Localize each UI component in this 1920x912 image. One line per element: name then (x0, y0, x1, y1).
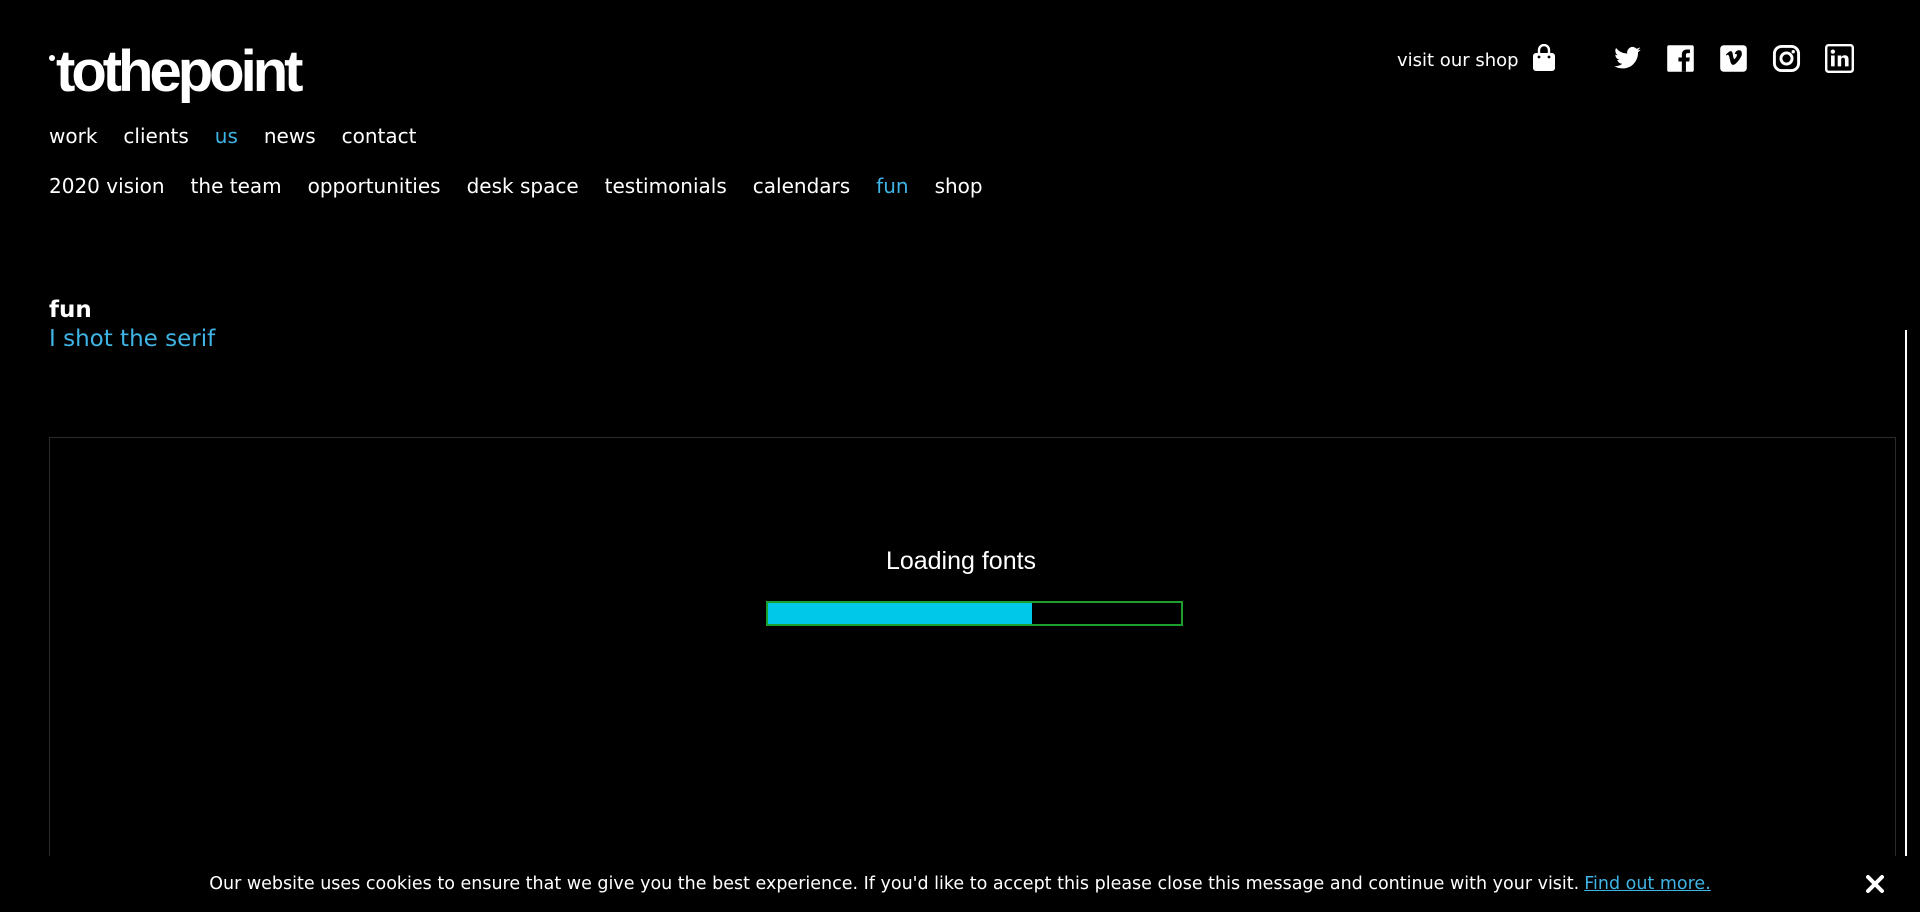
subnav-item-2020-vision[interactable]: 2020 vision (49, 174, 165, 198)
site-logo[interactable]: tothepoint (49, 39, 303, 104)
subnav-item-desk-space[interactable]: desk space (467, 174, 579, 198)
nav-item-clients[interactable]: clients (123, 124, 188, 148)
subnav-item-fun[interactable]: fun (876, 174, 908, 198)
subnav-item-testimonials[interactable]: testimonials (605, 174, 727, 198)
subnav-item-shop[interactable]: shop (935, 174, 983, 198)
subnav-item-the-team[interactable]: the team (191, 174, 282, 198)
close-icon[interactable] (1864, 873, 1886, 895)
nav-item-news[interactable]: news (264, 124, 316, 148)
nav-item-work[interactable]: work (49, 124, 97, 148)
nav-item-us[interactable]: us (215, 124, 238, 148)
page-title: fun (49, 297, 92, 323)
visit-shop-link[interactable]: visit our shop (1397, 43, 1557, 77)
scrollbar-edge[interactable] (1905, 330, 1920, 912)
loading-text: Loading fonts (885, 547, 1037, 575)
cookie-banner: Our website uses cookies to ensure that … (0, 856, 1920, 912)
facebook-icon[interactable] (1666, 44, 1695, 73)
loading-progress-fill (768, 603, 1033, 624)
subnav-item-opportunities[interactable]: opportunities (308, 174, 441, 198)
vimeo-icon[interactable] (1719, 44, 1748, 73)
cookie-message-container: Our website uses cookies to ensure that … (209, 874, 1711, 894)
game-frame[interactable] (49, 437, 1896, 912)
logo-dot (49, 55, 55, 61)
nav-item-contact[interactable]: contact (342, 124, 417, 148)
linkedin-icon[interactable] (1825, 44, 1854, 73)
primary-nav: work clients us news contact (49, 124, 416, 148)
subnav-item-calendars[interactable]: calendars (753, 174, 850, 198)
logo-text: tothepoint (56, 39, 303, 104)
secondary-nav: 2020 vision the team opportunities desk … (49, 174, 983, 198)
cookie-find-out-more-link[interactable]: Find out more. (1584, 874, 1711, 894)
visit-shop-label: visit our shop (1397, 50, 1519, 71)
social-links (1613, 44, 1854, 73)
shopping-bag-icon (1531, 43, 1557, 77)
loading-progress-bar (766, 601, 1183, 626)
cookie-message: Our website uses cookies to ensure that … (209, 874, 1580, 894)
page-subtitle: I shot the serif (49, 326, 216, 352)
twitter-icon[interactable] (1613, 44, 1642, 73)
instagram-icon[interactable] (1772, 44, 1801, 73)
page: tothepoint work clients us news contact … (0, 0, 1920, 912)
